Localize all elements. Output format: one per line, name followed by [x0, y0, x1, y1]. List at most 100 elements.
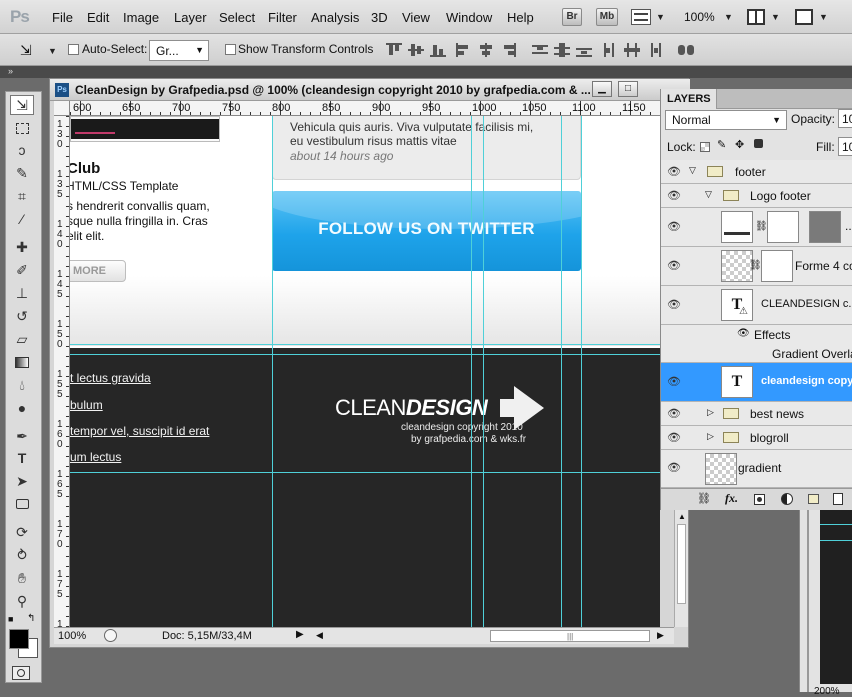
path-selection-tool-icon[interactable]: ➤ [10, 471, 34, 491]
align-top-icon[interactable] [386, 43, 402, 57]
align-vertical-center-icon[interactable] [408, 43, 424, 57]
dodge-tool-icon[interactable]: ● [10, 398, 34, 418]
add-mask-icon[interactable] [754, 494, 765, 505]
lock-position-icon[interactable]: ✥ [735, 138, 744, 151]
horizontal-scroll-thumb[interactable]: ||| [490, 630, 650, 642]
visibility-eye-icon[interactable]: 👁︎ [737, 328, 750, 339]
healing-brush-tool-icon[interactable]: ✚ [10, 237, 34, 257]
align-left-icon[interactable] [456, 43, 472, 57]
layer-forme-4-copy[interactable]: 👁︎ ⛓ Forme 4 cop [661, 247, 852, 286]
lock-pixels-icon[interactable]: ✎ [717, 138, 726, 151]
scroll-left-icon[interactable]: ◀ [316, 630, 323, 641]
minimize-button[interactable]: ▁ [592, 81, 612, 97]
zoom-level[interactable]: 100% [684, 10, 715, 24]
blur-tool-icon[interactable]: 💧︎ [10, 375, 34, 395]
history-brush-tool-icon[interactable]: ↺ [10, 306, 34, 326]
menu-help[interactable]: Help [507, 10, 534, 25]
new-group-icon[interactable] [808, 494, 819, 504]
show-transform-checkbox[interactable] [225, 44, 236, 55]
scroll-up-icon[interactable]: ▲ [678, 512, 686, 521]
align-horizontal-center-icon[interactable] [478, 43, 494, 57]
gradient-tool-icon[interactable] [10, 352, 34, 372]
horizontal-ruler[interactable]: 600 650 700 750 800 850 900 950 1000 105… [70, 101, 660, 116]
layer-cleandesign-copy-selected[interactable]: 👁︎ T cleandesign copy [661, 363, 852, 402]
status-zoom[interactable]: 100% [58, 630, 86, 642]
visibility-eye-icon[interactable]: 👁︎ [667, 220, 681, 233]
layer-group-best-news[interactable]: 👁︎ ▷ best news [661, 402, 852, 426]
foreground-color-swatch[interactable] [9, 629, 29, 649]
status-info-icon[interactable] [104, 629, 117, 642]
tab-layers[interactable]: LAYERS [661, 89, 717, 109]
lasso-tool-icon[interactable]: ↄ [10, 140, 34, 160]
marquee-tool-icon[interactable] [10, 118, 34, 138]
link-layers-icon[interactable]: ⛓ [697, 492, 711, 505]
menu-file[interactable]: File [52, 10, 73, 25]
adjustment-layer-icon[interactable] [781, 493, 793, 505]
layer-style-icon[interactable]: fx. [725, 491, 738, 506]
distribute-center-icon[interactable] [554, 43, 570, 57]
guide-horizontal[interactable] [70, 472, 660, 473]
brush-tool-icon[interactable]: ✐ [10, 260, 34, 280]
type-tool-icon[interactable]: T [10, 448, 34, 468]
layer-group-logo-footer[interactable]: 👁︎ ▽ Logo footer [661, 184, 852, 208]
menu-view[interactable]: View [402, 10, 430, 25]
pen-tool-icon[interactable]: ✒ [10, 426, 34, 446]
distribute-horizontal-icon[interactable] [624, 43, 640, 57]
arrange-documents-icon[interactable] [747, 9, 765, 25]
collapse-arrow-icon[interactable]: ▷ [707, 431, 714, 442]
document-canvas[interactable]: Club HTML/CSS Template s hendrerit conva… [70, 116, 660, 627]
visibility-eye-icon[interactable]: 👁︎ [667, 259, 681, 272]
3d-rotate-tool-icon[interactable]: ⟳ [10, 522, 34, 542]
guide-vertical[interactable] [272, 116, 273, 627]
ruler-origin[interactable] [54, 101, 70, 116]
scroll-right-icon[interactable]: ▶ [657, 630, 664, 641]
footer-link[interactable]: bulum [70, 398, 103, 412]
distribute-right-icon[interactable] [646, 43, 662, 57]
panel-collapse-strip[interactable]: » [0, 66, 852, 78]
menu-select[interactable]: Select [219, 10, 255, 25]
visibility-eye-icon[interactable]: 👁︎ [667, 165, 681, 178]
layer-group-blogroll[interactable]: 👁︎ ▷ blogroll [661, 426, 852, 450]
distribute-top-icon[interactable] [532, 43, 548, 57]
auto-select-dropdown[interactable]: Gr... ▼ [149, 40, 209, 61]
swap-colors-icon[interactable]: ↰ [27, 613, 35, 624]
lock-all-icon[interactable] [754, 139, 763, 148]
view-extras-icon[interactable] [631, 9, 651, 25]
vertical-ruler[interactable]: 130135140145150155160165170175180 [54, 116, 70, 627]
menu-analysis[interactable]: Analysis [311, 10, 359, 25]
zoom-tool-icon[interactable]: ⚲ [10, 591, 34, 611]
visibility-eye-icon[interactable]: 👁︎ [667, 431, 681, 444]
menu-edit[interactable]: Edit [87, 10, 109, 25]
maximize-button[interactable]: □ [618, 81, 638, 97]
expand-arrow-icon[interactable]: ▽ [689, 165, 696, 176]
eraser-tool-icon[interactable]: ▱ [10, 329, 34, 349]
quick-mask-icon[interactable] [12, 666, 30, 680]
visibility-eye-icon[interactable]: 👁︎ [667, 298, 681, 311]
quick-selection-tool-icon[interactable]: ✎ [10, 163, 34, 183]
align-bottom-icon[interactable] [430, 43, 446, 57]
guide-vertical[interactable] [471, 116, 472, 627]
move-tool-icon[interactable]: ⇲ [10, 95, 34, 115]
distribute-bottom-icon[interactable] [576, 43, 592, 57]
menu-window[interactable]: Window [446, 10, 492, 25]
rectangle-tool-icon[interactable] [10, 494, 34, 514]
vertical-scrollbar[interactable]: ▲ [674, 510, 688, 627]
bridge-button[interactable]: Br [562, 8, 582, 26]
lock-transparent-icon[interactable] [700, 142, 710, 152]
eyedropper-tool-icon[interactable]: ⁄ [10, 209, 34, 229]
guide-vertical[interactable] [561, 116, 562, 627]
visibility-eye-icon[interactable]: 👁︎ [667, 189, 681, 202]
visibility-eye-icon[interactable]: 👁︎ [667, 407, 681, 420]
layer-logo-shape[interactable]: 👁︎ ⛓ ... [661, 208, 852, 247]
guide-vertical[interactable] [581, 116, 582, 627]
guide-horizontal[interactable] [70, 354, 660, 355]
3d-orbit-tool-icon[interactable]: ⥁ [10, 545, 34, 565]
layer-effects-row[interactable]: 👁︎ Effects [661, 325, 852, 345]
menu-3d[interactable]: 3D [371, 10, 388, 25]
mini-bridge-button[interactable]: Mb [596, 8, 618, 26]
new-layer-icon[interactable] [833, 493, 843, 505]
vertical-scroll-thumb[interactable] [677, 524, 686, 604]
twitter-button[interactable]: FOLLOW US ON TWITTER [272, 191, 581, 271]
guide-vertical[interactable] [483, 116, 484, 627]
visibility-eye-icon[interactable]: 👁︎ [667, 461, 681, 474]
